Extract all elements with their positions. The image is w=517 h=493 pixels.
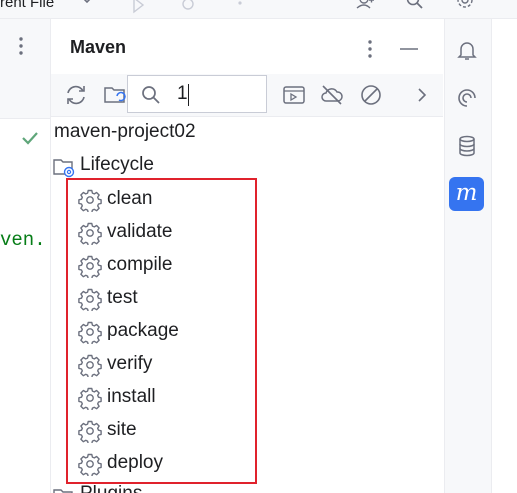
chevron-down-icon[interactable]: [80, 0, 94, 6]
tree-plugins-label: Plugins: [80, 483, 142, 493]
lifecycle-goal-clean[interactable]: clean: [78, 184, 248, 214]
code-fragment: ven.: [0, 229, 46, 251]
chevron-right-icon[interactable]: [409, 82, 435, 108]
more-options-icon[interactable]: [13, 35, 29, 57]
goal-label: package: [107, 320, 179, 341]
run-config-icon[interactable]: [281, 82, 307, 108]
goal-label: clean: [107, 188, 153, 209]
lifecycle-goal-validate[interactable]: validate: [78, 217, 248, 247]
minimize-icon[interactable]: [398, 38, 420, 60]
more-options-icon[interactable]: [362, 38, 378, 60]
gear-icon: [78, 353, 102, 377]
lifecycle-goal-install[interactable]: install: [78, 382, 248, 412]
offline-icon[interactable]: [319, 82, 345, 108]
goal-label: site: [107, 419, 137, 440]
search-icon[interactable]: [405, 0, 425, 14]
gear-icon: [78, 254, 102, 278]
goal-label: validate: [107, 221, 173, 242]
gear-icon: [78, 320, 102, 344]
goal-label: deploy: [107, 452, 163, 473]
debug-icon[interactable]: [178, 0, 198, 14]
tree-plugins-node[interactable]: Plugins: [52, 483, 252, 493]
gear-icon: [78, 188, 102, 212]
top-toolbar: rent File: [0, 0, 517, 19]
lifecycle-folder-icon: [53, 159, 75, 178]
settings-icon[interactable]: [455, 0, 475, 14]
run-icon[interactable]: [128, 0, 148, 14]
lifecycle-goal-deploy[interactable]: deploy: [78, 448, 248, 478]
gear-icon: [78, 419, 102, 443]
tree-project-node[interactable]: maven-project02: [54, 121, 196, 143]
search-input[interactable]: [177, 80, 257, 108]
more-icon[interactable]: [230, 0, 250, 14]
notifications-icon[interactable]: [455, 38, 479, 62]
gear-icon: [78, 386, 102, 410]
gear-icon: [78, 452, 102, 476]
run-config-label[interactable]: rent File: [0, 0, 54, 11]
skip-tests-icon[interactable]: [358, 82, 384, 108]
goal-label: verify: [107, 353, 153, 374]
maven-icon: m: [455, 180, 478, 206]
gear-icon: [78, 287, 102, 311]
lifecycle-goal-compile[interactable]: compile: [78, 250, 248, 280]
gear-icon: [78, 221, 102, 245]
check-icon: [22, 132, 38, 145]
goal-label: compile: [107, 254, 173, 275]
reload-icon[interactable]: [63, 82, 89, 108]
add-user-icon[interactable]: [355, 0, 375, 14]
lifecycle-goal-verify[interactable]: verify: [78, 349, 248, 379]
text-caret: [188, 84, 189, 106]
ai-assistant-icon[interactable]: [455, 86, 479, 110]
generate-sources-icon[interactable]: [102, 82, 128, 108]
panel-title: Maven: [70, 37, 127, 57]
database-icon[interactable]: [455, 134, 479, 158]
window-edge: [491, 19, 517, 493]
lifecycle-goal-test[interactable]: test: [78, 283, 248, 313]
goal-label: install: [107, 386, 156, 407]
goal-label: test: [107, 287, 138, 308]
tree-lifecycle-node[interactable]: Lifecycle: [80, 154, 154, 176]
search-icon: [142, 86, 160, 104]
lifecycle-goal-site[interactable]: site: [78, 415, 248, 445]
folder-icon: [53, 489, 73, 493]
editor-subheader: [0, 73, 50, 119]
lifecycle-goal-package[interactable]: package: [78, 316, 248, 346]
maven-tool-button[interactable]: m: [449, 177, 484, 211]
